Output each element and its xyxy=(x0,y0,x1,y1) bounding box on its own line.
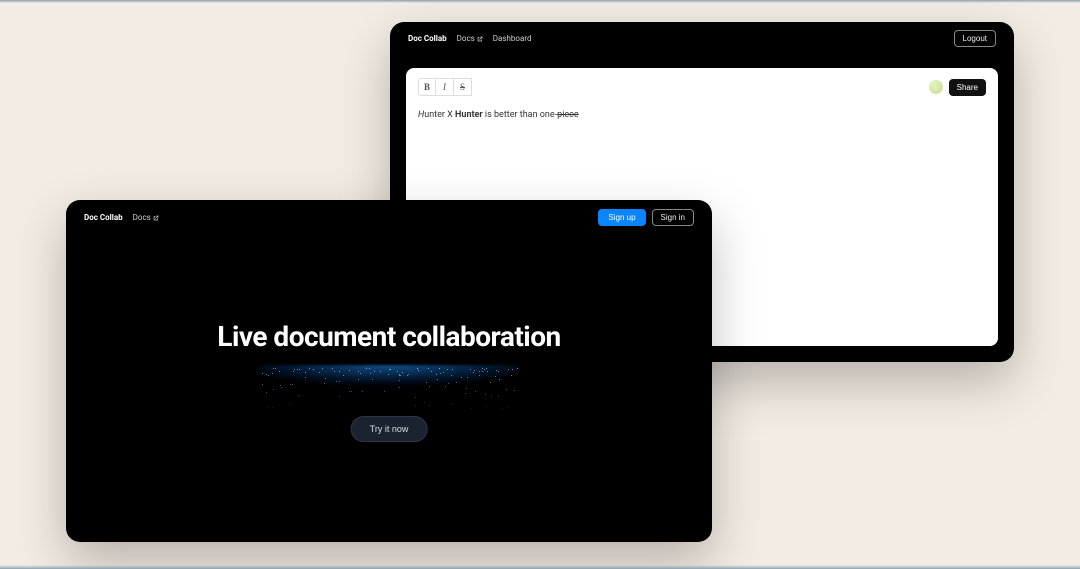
hero-glow xyxy=(259,365,519,415)
landing-window: Doc Collab Docs Sign up Sign in Live doc… xyxy=(66,200,712,542)
nav-docs-link[interactable]: Docs xyxy=(457,34,483,43)
try-now-button[interactable]: Try it now xyxy=(351,416,428,442)
signin-button[interactable]: Sign in xyxy=(652,209,694,226)
bold-button[interactable]: B xyxy=(418,78,436,96)
nav-dashboard-link[interactable]: Dashboard xyxy=(493,34,532,43)
strike-button[interactable]: S xyxy=(454,78,472,96)
hero-section: Live document collaboration xyxy=(66,320,712,353)
landing-topbar: Doc Collab Docs Sign up Sign in xyxy=(66,200,712,235)
document-content[interactable]: Hunter X Hunter is better than one-piece xyxy=(418,110,986,120)
nav-docs-link[interactable]: Docs xyxy=(133,213,159,222)
collaborator-avatar[interactable] xyxy=(929,80,943,94)
italic-button[interactable]: I xyxy=(436,78,454,96)
external-link-icon xyxy=(153,215,159,221)
hero-title: Live document collaboration xyxy=(66,320,712,353)
signup-button[interactable]: Sign up xyxy=(598,209,645,226)
brand-logo[interactable]: Doc Collab xyxy=(84,213,123,222)
share-button[interactable]: Share xyxy=(949,79,986,96)
editor-topbar: Doc Collab Docs Dashboard Logout xyxy=(390,22,1014,55)
nav-docs-label: Docs xyxy=(133,213,151,222)
nav-docs-label: Docs xyxy=(457,34,475,43)
editor-toolbar: B I S Share xyxy=(418,78,986,96)
hero-particles xyxy=(259,368,519,408)
logout-button[interactable]: Logout xyxy=(954,30,996,47)
external-link-icon xyxy=(477,36,483,42)
brand-logo[interactable]: Doc Collab xyxy=(408,34,447,43)
